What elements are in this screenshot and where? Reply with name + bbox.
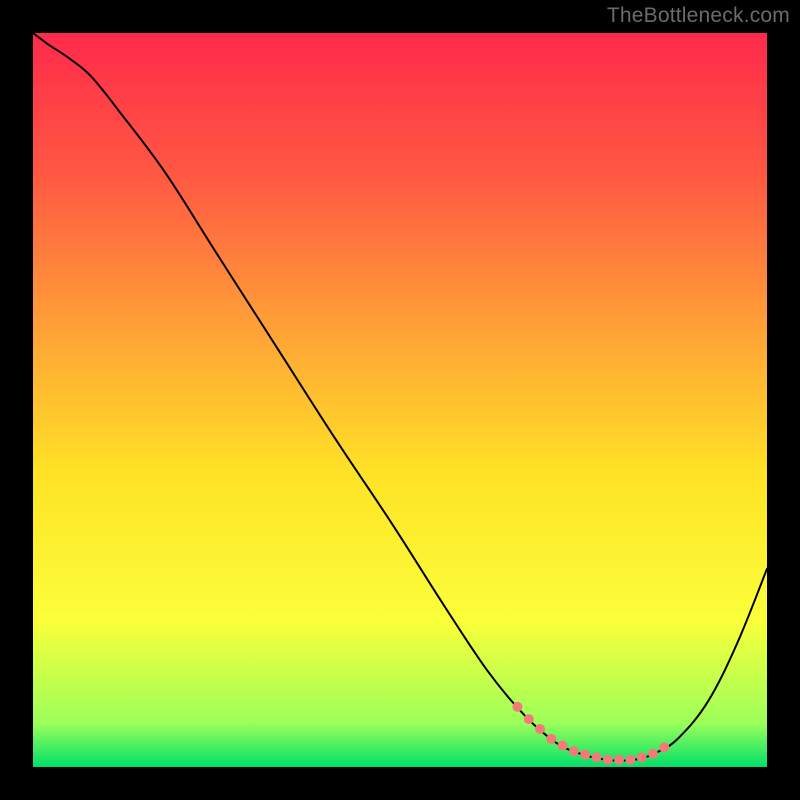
dot (603, 755, 613, 765)
dot (580, 750, 590, 760)
chart-svg (33, 33, 767, 767)
dot (524, 714, 534, 724)
dot (648, 749, 658, 759)
dot (625, 755, 635, 765)
dot (659, 742, 669, 752)
dot (591, 752, 601, 762)
dot (546, 734, 556, 744)
dot (569, 746, 579, 756)
watermark-text: TheBottleneck.com (607, 4, 790, 28)
dot (614, 755, 624, 765)
dot (535, 724, 545, 734)
dot (558, 741, 568, 751)
dot (512, 702, 522, 712)
dot (637, 752, 647, 762)
